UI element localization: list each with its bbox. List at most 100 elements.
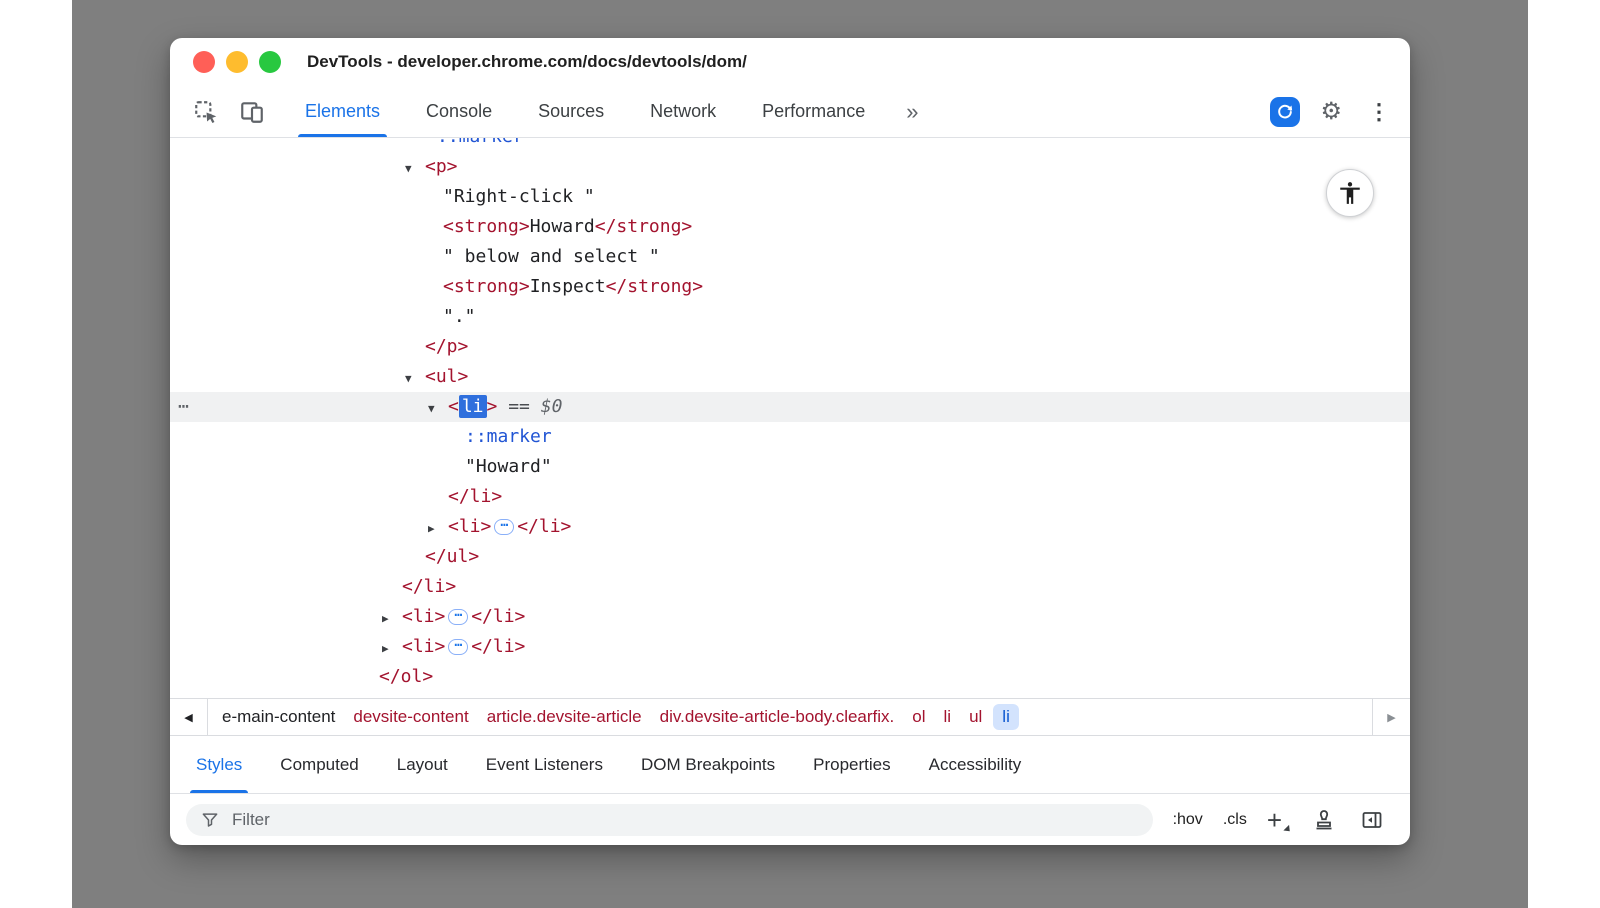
plus-caret-icon <box>1283 824 1292 833</box>
dom-tree-node[interactable]: </li> <box>170 572 1410 602</box>
token-tag: </strong> <box>595 216 693 237</box>
dom-tree-node[interactable]: </p> <box>170 332 1410 362</box>
zoom-window-button[interactable] <box>259 51 281 73</box>
tab-event-listeners[interactable]: Event Listeners <box>480 736 609 793</box>
window-title: DevTools - developer.chrome.com/docs/dev… <box>307 52 747 72</box>
token-tag: <strong> <box>443 216 530 237</box>
dom-tree-node[interactable]: <strong>Inspect</strong> <box>170 272 1410 302</box>
dom-tree-node[interactable]: <strong>Howard</strong> <box>170 212 1410 242</box>
dom-tree-node[interactable]: " below and select " <box>170 242 1410 272</box>
plus-icon: + <box>1267 805 1282 835</box>
dom-tree-node[interactable]: ▼<ul> <box>170 362 1410 392</box>
element-classes-button[interactable]: .cls <box>1223 811 1247 829</box>
breadcrumb: ◀ e-main-contentdevsite-contentarticle.d… <box>170 698 1410 736</box>
dom-tree-node[interactable]: "Howard" <box>170 452 1410 482</box>
dom-tree-node[interactable]: </li> <box>170 482 1410 512</box>
token-tag: </li> <box>471 606 525 627</box>
styles-filter-bar: :hov .cls + <box>170 794 1410 845</box>
dom-tree: ::marker▼<p>"Right-click "<strong>Howard… <box>170 138 1410 698</box>
minimize-window-button[interactable] <box>226 51 248 73</box>
breadcrumb-item-li[interactable]: li <box>935 704 961 730</box>
expand-arrow-icon[interactable]: ▶ <box>382 604 402 634</box>
dom-tree-node[interactable]: ▶<li>⋯</li> <box>170 512 1410 542</box>
token-tag: <p> <box>425 156 458 177</box>
token-sel: li <box>459 395 487 418</box>
toggle-element-state-button[interactable]: :hov <box>1173 811 1203 829</box>
token-tag: < <box>448 396 459 417</box>
tab-elements[interactable]: Elements <box>298 86 387 137</box>
expand-arrow-icon[interactable]: ▼ <box>405 364 425 394</box>
token-text: "." <box>443 306 476 327</box>
tab-console[interactable]: Console <box>419 86 499 137</box>
breadcrumb-item-ol[interactable]: ol <box>903 704 934 730</box>
token-text: "Howard" <box>465 456 552 477</box>
tab-performance[interactable]: Performance <box>755 86 872 137</box>
inspect-icon[interactable] <box>192 98 220 126</box>
expand-arrow-icon[interactable]: ▼ <box>405 154 425 184</box>
device-toolbar-icon[interactable] <box>238 98 266 126</box>
toolbar-right-icons: ⚙ ⋮ <box>1270 97 1396 127</box>
token-tag: </p> <box>425 336 468 357</box>
dom-tree-node[interactable]: "." <box>170 302 1410 332</box>
breadcrumb-next-arrow[interactable]: ▶ <box>1372 699 1410 735</box>
tab-styles[interactable]: Styles <box>190 736 248 793</box>
tab-accessibility[interactable]: Accessibility <box>923 736 1028 793</box>
tab-dom-breakpoints[interactable]: DOM Breakpoints <box>635 736 781 793</box>
dom-tree-node[interactable]: ▶<li>⋯</li> <box>170 602 1410 632</box>
breadcrumb-item-div-devsite-article-body-clearfix[interactable]: div.devsite-article-body.clearfix. <box>651 704 904 730</box>
stamp-icon[interactable] <box>1310 806 1338 834</box>
token-tag: </li> <box>471 636 525 657</box>
styles-pane-tabs: Styles Computed Layout Event Listeners DOM B… <box>170 736 1410 794</box>
tab-sources[interactable]: Sources <box>531 86 611 137</box>
tab-computed[interactable]: Computed <box>274 736 364 793</box>
devtools-window: DevTools - developer.chrome.com/docs/dev… <box>170 38 1410 845</box>
token-tag: <strong> <box>443 276 530 297</box>
token-tag: </ul> <box>425 546 479 567</box>
token-tag: </ol> <box>379 666 433 687</box>
expand-ellipsis-button[interactable]: ⋯ <box>494 519 514 535</box>
dom-tree-node[interactable]: "Right-click " <box>170 182 1410 212</box>
breadcrumb-item-e-main-content[interactable]: e-main-content <box>213 704 344 730</box>
expand-arrow-icon[interactable]: ▼ <box>428 394 448 424</box>
tab-layout[interactable]: Layout <box>391 736 454 793</box>
settings-gear-icon[interactable]: ⚙ <box>1320 100 1342 124</box>
token-text: Inspect <box>530 276 606 297</box>
token-tag: <li> <box>402 636 445 657</box>
breadcrumb-item-ul[interactable]: ul <box>960 704 991 730</box>
dom-tree-node[interactable]: </ol> <box>170 662 1410 692</box>
filter-input[interactable] <box>230 809 1139 831</box>
breadcrumb-list: e-main-contentdevsite-contentarticle.dev… <box>208 699 1372 735</box>
dom-tree-node[interactable]: ▼<p> <box>170 152 1410 182</box>
panel-tabs: Elements Console Sources Network Performance <box>298 86 904 137</box>
token-text: " below and select " <box>443 246 660 267</box>
tab-network[interactable]: Network <box>643 86 723 137</box>
sync-badge-icon[interactable] <box>1270 97 1300 127</box>
breadcrumb-prev-arrow[interactable]: ◀ <box>170 699 208 735</box>
token-pseudo: ::marker <box>437 138 524 147</box>
expand-arrow-icon[interactable]: ▶ <box>382 634 402 664</box>
filter-pill <box>186 804 1153 836</box>
breadcrumb-item-article-devsite-article[interactable]: article.devsite-article <box>478 704 651 730</box>
dom-tree-node[interactable]: ▶<li>⋯</li> <box>170 632 1410 662</box>
breadcrumb-item-devsite-content[interactable]: devsite-content <box>344 704 477 730</box>
token-tag: <li> <box>448 516 491 537</box>
expand-arrow-icon[interactable]: ▶ <box>428 514 448 544</box>
token-tag: </strong> <box>606 276 704 297</box>
expand-ellipsis-button[interactable]: ⋯ <box>448 609 468 625</box>
token-dollar: $0 <box>541 396 563 417</box>
sidebar-toggle-icon[interactable] <box>1358 806 1386 834</box>
dom-tree-node[interactable]: ::marker <box>170 138 1410 152</box>
dom-tree-node[interactable]: </ul> <box>170 542 1410 572</box>
dom-tree-node[interactable]: ::marker <box>170 422 1410 452</box>
expand-ellipsis-button[interactable]: ⋯ <box>448 639 468 655</box>
dom-tree-selected-node[interactable]: ⋯▼<li> == $0 <box>170 392 1410 422</box>
close-window-button[interactable] <box>193 51 215 73</box>
title-bar: DevTools - developer.chrome.com/docs/dev… <box>170 38 1410 86</box>
token-tag: <ul> <box>425 366 468 387</box>
new-style-rule-button[interactable]: + <box>1267 807 1290 833</box>
more-panels-chevron[interactable]: » <box>906 99 918 125</box>
kebab-menu-icon[interactable]: ⋮ <box>1362 101 1396 123</box>
tab-properties[interactable]: Properties <box>807 736 896 793</box>
breadcrumb-item-li[interactable]: li <box>993 704 1019 730</box>
more-actions-dots[interactable]: ⋯ <box>178 392 189 422</box>
